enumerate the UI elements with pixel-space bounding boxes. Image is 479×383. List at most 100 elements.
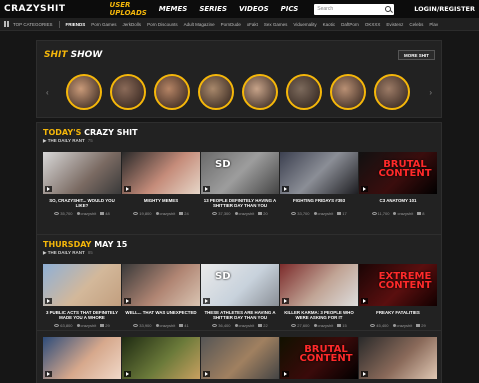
- video-title[interactable]: SO, CRAZYSHIT... WOULD YOU LIKE?: [43, 198, 121, 209]
- video-card[interactable]: RETIREMENT GOALS #6 IS BACK: [359, 337, 437, 383]
- nav-item-memes[interactable]: Memes: [159, 5, 188, 13]
- uploader-name[interactable]: crazyshit: [81, 211, 97, 216]
- category-link[interactable]: JerkDolls: [123, 22, 142, 27]
- play-icon[interactable]: [203, 371, 210, 377]
- video-title[interactable]: THESE ATHLETES ARE HAVING A SHITTIER DAY…: [201, 310, 279, 321]
- shit-show-thumbnail[interactable]: [110, 74, 146, 110]
- uploader-name[interactable]: crazyshit: [397, 211, 413, 216]
- daily-rant-label[interactable]: THE DAILY RANT: [48, 250, 85, 255]
- play-icon[interactable]: [124, 186, 131, 192]
- video-thumbnail[interactable]: [280, 152, 358, 194]
- nav-item-videos[interactable]: Videos: [239, 5, 269, 13]
- shit-show-thumbnail[interactable]: [242, 74, 278, 110]
- uploader-name[interactable]: crazyshit: [160, 323, 176, 328]
- video-thumbnail[interactable]: BRUTAL CONTENT: [359, 152, 437, 194]
- video-card[interactable]: MIGHTY MEMES 19,800 crazyshit 24: [122, 152, 200, 216]
- uploader-name[interactable]: crazyshit: [397, 323, 413, 328]
- user-stat[interactable]: crazyshit: [76, 323, 97, 328]
- video-thumbnail[interactable]: [43, 264, 121, 306]
- play-icon[interactable]: [124, 371, 131, 377]
- video-card[interactable]: BRUTAL CONTENT C3 ANATOMY 101 11,700 crazys…: [359, 152, 437, 216]
- user-stat[interactable]: crazyshit: [313, 323, 334, 328]
- video-thumbnail[interactable]: [43, 337, 121, 379]
- play-icon[interactable]: [45, 298, 52, 304]
- next-arrow-icon[interactable]: ›: [429, 88, 432, 97]
- video-title[interactable]: FIGHTING FRIDAYS #393: [280, 198, 358, 209]
- uploader-name[interactable]: crazyshit: [239, 323, 255, 328]
- daily-rant-label[interactable]: THE DAILY RANT: [48, 138, 85, 143]
- video-card[interactable]: SD 13 PEOPLE DEFINITELY HAVING A SHITTIER…: [201, 152, 279, 216]
- user-stat[interactable]: crazyshit: [234, 211, 255, 216]
- video-title[interactable]: 13 PEOPLE DEFINITELY HAVING A SHITTIER D…: [201, 198, 279, 209]
- video-title[interactable]: WELL... THAT WAS UNEXPECTED: [122, 310, 200, 321]
- user-stat[interactable]: crazyshit: [234, 323, 255, 328]
- search-input[interactable]: Search: [314, 3, 395, 15]
- video-title[interactable]: 3 PUBLIC ACTS THAT DEFINITELY MADE YOU A…: [43, 310, 121, 321]
- video-thumbnail[interactable]: [122, 264, 200, 306]
- user-stat[interactable]: crazyshit: [76, 211, 97, 216]
- category-link[interactable]: Sex Games: [264, 22, 288, 27]
- prev-arrow-icon[interactable]: ‹: [46, 88, 49, 97]
- category-link[interactable]: OKXXX: [365, 22, 381, 27]
- video-title[interactable]: C3 ANATOMY 101: [359, 198, 437, 209]
- play-icon[interactable]: [203, 298, 210, 304]
- video-card[interactable]: SD THESE ATHLETES ARE HAVING A SHITTIER D…: [201, 264, 279, 328]
- uploader-name[interactable]: crazyshit: [81, 323, 97, 328]
- shit-show-thumbnail[interactable]: [330, 74, 366, 110]
- category-link[interactable]: PornDude: [221, 22, 241, 27]
- video-card[interactable]: ANIMAL KINGDOM HITS UP: [201, 337, 279, 383]
- video-card[interactable]: KILLER KARMA: 3 PEOPLE WHO WERE ASKING F…: [280, 264, 358, 328]
- top-categories-link[interactable]: TOP CATEGORIES: [13, 22, 53, 27]
- user-stat[interactable]: crazyshit: [392, 323, 413, 328]
- video-card[interactable]: FIGHTING FRIDAYS #393 33,700 crazyshit 17: [280, 152, 358, 216]
- uploader-name[interactable]: crazyshit: [239, 211, 255, 216]
- search-icon[interactable]: [385, 6, 392, 12]
- nav-item-series[interactable]: Series: [199, 5, 227, 13]
- video-thumbnail[interactable]: [43, 152, 121, 194]
- video-thumbnail[interactable]: [201, 337, 279, 379]
- video-card[interactable]: NOWHERE TO RUN TO: [122, 337, 200, 383]
- video-title[interactable]: MIGHTY MEMES: [122, 198, 200, 209]
- video-thumbnail[interactable]: EXTREME CONTENT: [359, 264, 437, 306]
- category-link[interactable]: Kaotic: [323, 22, 336, 27]
- video-card[interactable]: BRUTAL CONTENTBRUTAL MEMBER MADNESS: [280, 337, 358, 383]
- play-icon[interactable]: [203, 186, 210, 192]
- play-icon[interactable]: [45, 371, 52, 377]
- video-card[interactable]: EXTREME CONTENT FREAKY FATALITIES 45,400 cr…: [359, 264, 437, 328]
- video-thumbnail[interactable]: [122, 152, 200, 194]
- user-stat[interactable]: crazyshit: [313, 211, 334, 216]
- section-subtitle[interactable]: ▶ THE DAILY RANT 75: [43, 138, 93, 144]
- site-logo[interactable]: CRAZYSHIT: [4, 4, 66, 14]
- play-icon[interactable]: [282, 298, 289, 304]
- category-link[interactable]: Porn Discounts: [147, 22, 178, 27]
- category-link[interactable]: Adult Magazine: [184, 22, 215, 27]
- uploader-name[interactable]: crazyshit: [160, 211, 176, 216]
- video-thumbnail[interactable]: SD: [201, 264, 279, 306]
- user-stat[interactable]: crazyshit: [393, 211, 413, 216]
- section-subtitle[interactable]: ▶ THE DAILY RANT 85: [43, 250, 93, 256]
- shit-show-thumbnail[interactable]: [198, 74, 234, 110]
- category-link[interactable]: Evistenz: [386, 22, 403, 27]
- category-link[interactable]: DaftPorn: [341, 22, 359, 27]
- shit-show-thumbnail[interactable]: [154, 74, 190, 110]
- play-icon[interactable]: [361, 298, 368, 304]
- shit-show-thumbnail[interactable]: [66, 74, 102, 110]
- video-thumbnail[interactable]: SD: [201, 152, 279, 194]
- category-link[interactable]: Celebs: [409, 22, 423, 27]
- shit-show-thumbnail[interactable]: [374, 74, 410, 110]
- nav-item-user-uploads[interactable]: User Uploads: [110, 1, 147, 17]
- play-icon[interactable]: [45, 186, 52, 192]
- user-stat[interactable]: crazyshit: [155, 211, 176, 216]
- video-thumbnail[interactable]: [122, 337, 200, 379]
- user-stat[interactable]: crazyshit: [155, 323, 176, 328]
- shit-show-thumbnail[interactable]: [286, 74, 322, 110]
- category-link[interactable]: Plav: [429, 22, 438, 27]
- uploader-name[interactable]: crazyshit: [318, 323, 334, 328]
- video-title[interactable]: FREAKY FATALITIES: [359, 310, 437, 321]
- nav-item-pics[interactable]: Pics: [281, 5, 299, 13]
- uploader-name[interactable]: crazyshit: [318, 211, 334, 216]
- video-card[interactable]: SO, CRAZYSHIT... WOULD YOU LIKE? 35,700 cr…: [43, 152, 121, 216]
- video-card[interactable]: 3 PUBLIC ACTS THAT DEFINITELY MADE YOU A…: [43, 264, 121, 328]
- video-thumbnail[interactable]: [359, 337, 437, 379]
- play-icon[interactable]: [361, 371, 368, 377]
